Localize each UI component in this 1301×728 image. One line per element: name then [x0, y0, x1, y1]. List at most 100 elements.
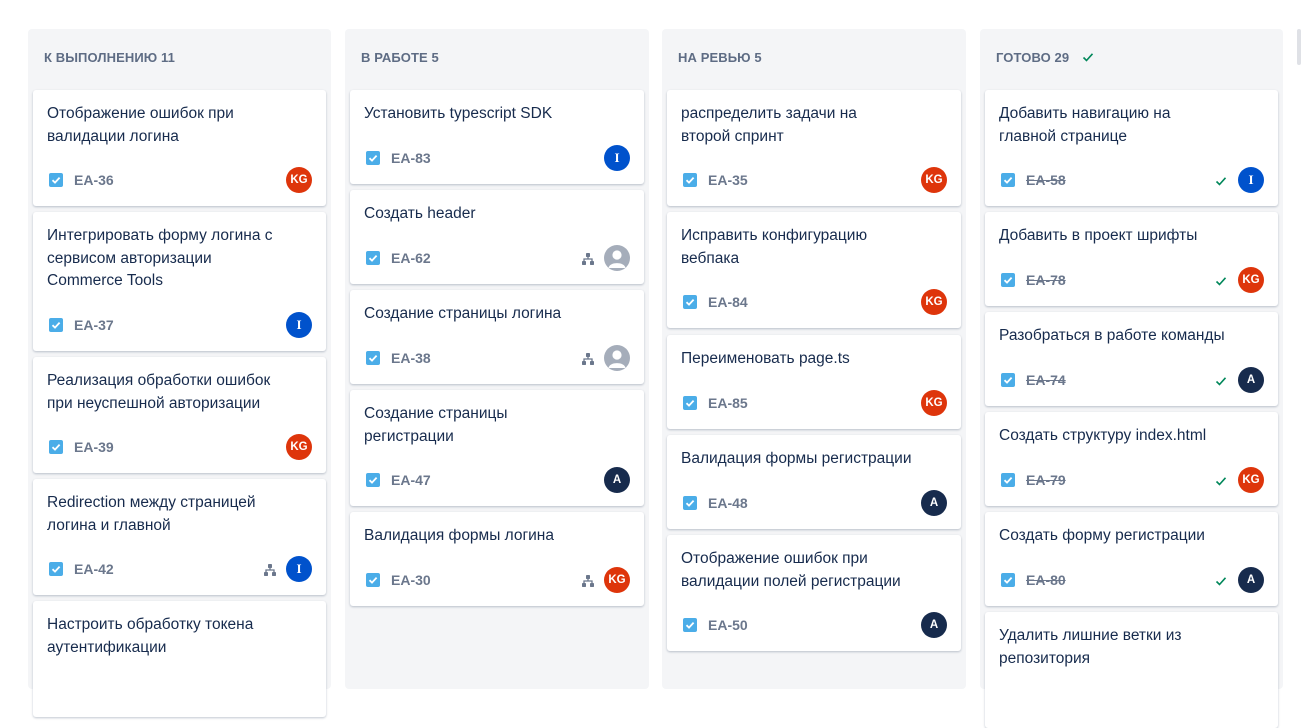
- issue-card[interactable]: Переименовать page.ts EA-85 KG: [667, 335, 961, 429]
- assignee-avatar[interactable]: KG: [1238, 267, 1264, 293]
- user-placeholder-icon[interactable]: [604, 245, 630, 271]
- issue-card[interactable]: Удалить лишние ветки из репозитория: [985, 612, 1278, 728]
- issue-key[interactable]: EA-37: [74, 317, 114, 333]
- scrollbar[interactable]: [1297, 29, 1301, 65]
- card-summary: Создание страницы логина: [364, 305, 562, 322]
- issue-card[interactable]: Redirection между страницей логина и гла…: [33, 479, 326, 595]
- issue-card[interactable]: Установить typescript SDK EA-83 I: [350, 90, 644, 184]
- card-summary: Redirection между страницей логина и гла…: [47, 494, 256, 534]
- checkmark-icon: [1214, 474, 1228, 488]
- column-title: НА РЕВЬЮ 5: [678, 49, 762, 65]
- assignee-avatar[interactable]: KG: [604, 567, 630, 593]
- issue-card[interactable]: Исправить конфигурацию вебпака EA-84 KG: [667, 212, 961, 328]
- story-checkbox-icon: [49, 562, 63, 576]
- issue-key[interactable]: EA-84: [708, 294, 748, 310]
- assignee-avatar[interactable]: I: [1238, 167, 1264, 193]
- assignee-avatar[interactable]: KG: [921, 289, 947, 315]
- issue-card[interactable]: Создать структуру index.html EA-79 KG: [985, 412, 1278, 506]
- card-footer: EA-84 KG: [681, 289, 947, 315]
- checkmark-icon: [1214, 274, 1228, 288]
- issue-card[interactable]: Интегрировать форму логина с сервисом ав…: [33, 212, 326, 351]
- issue-card[interactable]: Отображение ошибок при валидации полей р…: [667, 535, 961, 651]
- issue-key[interactable]: EA-38: [391, 350, 431, 366]
- issue-key[interactable]: EA-50: [708, 617, 748, 633]
- card-summary: Добавить навигацию на главной странице: [999, 105, 1171, 145]
- assignee-avatar[interactable]: I: [286, 556, 312, 582]
- issue-card[interactable]: Валидация формы регистрации EA-48 A: [667, 435, 961, 529]
- card-summary: распределить задачи на второй спринт: [681, 105, 857, 145]
- issue-key[interactable]: EA-80: [1026, 572, 1066, 588]
- card-summary: Отображение ошибок при валидации полей р…: [681, 550, 901, 590]
- issue-key[interactable]: EA-30: [391, 572, 431, 588]
- card-summary: Установить typescript SDK: [364, 105, 553, 122]
- card-summary: Добавить в проект шрифты: [999, 227, 1198, 244]
- issue-card[interactable]: Отображение ошибок при валидации логина …: [33, 90, 326, 206]
- issue-card[interactable]: Реализация обработки ошибок при неуспешн…: [33, 357, 326, 473]
- issue-card[interactable]: Добавить в проект шрифты EA-78 KG: [985, 212, 1278, 306]
- column-header: В РАБОТЕ 5: [361, 49, 439, 65]
- assignee-avatar[interactable]: KG: [1238, 467, 1264, 493]
- issue-key[interactable]: EA-79: [1026, 472, 1066, 488]
- assignee-avatar[interactable]: A: [1238, 567, 1264, 593]
- issue-card[interactable]: Создание страницы логина EA-38: [350, 290, 644, 384]
- card-footer: EA-39 KG: [47, 434, 312, 460]
- column-title: В РАБОТЕ 5: [361, 49, 439, 65]
- card-summary: Реализация обработки ошибок при неуспешн…: [47, 372, 271, 412]
- issue-key[interactable]: EA-42: [74, 561, 114, 577]
- column-in-progress: В РАБОТЕ 5 Установить typescript SDK EA-…: [345, 29, 649, 689]
- story-checkbox-icon: [366, 473, 380, 487]
- issue-card[interactable]: Создать header EA-62: [350, 190, 644, 284]
- subtask-hierarchy-icon: [581, 252, 595, 266]
- subtask-hierarchy-icon: [263, 563, 277, 577]
- issue-key[interactable]: EA-78: [1026, 272, 1066, 288]
- assignee-avatar[interactable]: A: [604, 467, 630, 493]
- issue-card[interactable]: Разобраться в работе команды EA-74 A: [985, 312, 1278, 406]
- card-summary: Отображение ошибок при валидации логина: [47, 105, 234, 145]
- card-footer: EA-50 A: [681, 612, 947, 638]
- card-summary: Создать структуру index.html: [999, 427, 1207, 444]
- assignee-avatar[interactable]: KG: [286, 167, 312, 193]
- user-placeholder-icon[interactable]: [604, 345, 630, 371]
- issue-card[interactable]: Создание страницы регистрации EA-47 A: [350, 390, 644, 506]
- story-checkbox-icon: [1001, 273, 1015, 287]
- checkmark-icon: [1081, 50, 1095, 64]
- issue-card[interactable]: распределить задачи на второй спринт EA-…: [667, 90, 961, 206]
- issue-key[interactable]: EA-62: [391, 250, 431, 266]
- card-summary: Валидация формы регистрации: [681, 450, 912, 467]
- issue-card[interactable]: Добавить навигацию на главной странице E…: [985, 90, 1278, 206]
- issue-card[interactable]: Создать форму регистрации EA-80 A: [985, 512, 1278, 606]
- story-checkbox-icon: [683, 173, 697, 187]
- assignee-avatar[interactable]: I: [604, 145, 630, 171]
- issue-key[interactable]: EA-47: [391, 472, 431, 488]
- card-summary: Разобраться в работе команды: [999, 327, 1225, 344]
- story-checkbox-icon: [1001, 473, 1015, 487]
- assignee-avatar[interactable]: A: [921, 612, 947, 638]
- issue-key[interactable]: EA-83: [391, 150, 431, 166]
- issue-key[interactable]: EA-74: [1026, 372, 1066, 388]
- issue-key[interactable]: EA-85: [708, 395, 748, 411]
- assignee-avatar[interactable]: A: [921, 490, 947, 516]
- issue-key[interactable]: EA-39: [74, 439, 114, 455]
- assignee-avatar[interactable]: KG: [921, 167, 947, 193]
- issue-key[interactable]: EA-58: [1026, 172, 1066, 188]
- card-footer: EA-80 A: [999, 567, 1264, 593]
- issue-key[interactable]: EA-48: [708, 495, 748, 511]
- assignee-avatar[interactable]: KG: [286, 434, 312, 460]
- subtask-hierarchy-icon: [581, 574, 595, 588]
- issue-card[interactable]: Настроить обработку токена аутентификаци…: [33, 601, 326, 717]
- issue-key[interactable]: EA-35: [708, 172, 748, 188]
- assignee-avatar[interactable]: A: [1238, 367, 1264, 393]
- story-checkbox-icon: [366, 573, 380, 587]
- card-summary: Интегрировать форму логина с сервисом ав…: [47, 227, 273, 289]
- assignee-avatar[interactable]: I: [286, 312, 312, 338]
- story-checkbox-icon: [49, 440, 63, 454]
- card-summary: Валидация формы логина: [364, 527, 554, 544]
- story-checkbox-icon: [366, 351, 380, 365]
- column-in-review: НА РЕВЬЮ 5 распределить задачи на второй…: [662, 29, 966, 689]
- card-summary: Исправить конфигурацию вебпака: [681, 227, 868, 267]
- card-footer: EA-48 A: [681, 490, 947, 516]
- issue-card[interactable]: Валидация формы логина EA-30 KG: [350, 512, 644, 606]
- story-checkbox-icon: [366, 151, 380, 165]
- assignee-avatar[interactable]: KG: [921, 390, 947, 416]
- issue-key[interactable]: EA-36: [74, 172, 114, 188]
